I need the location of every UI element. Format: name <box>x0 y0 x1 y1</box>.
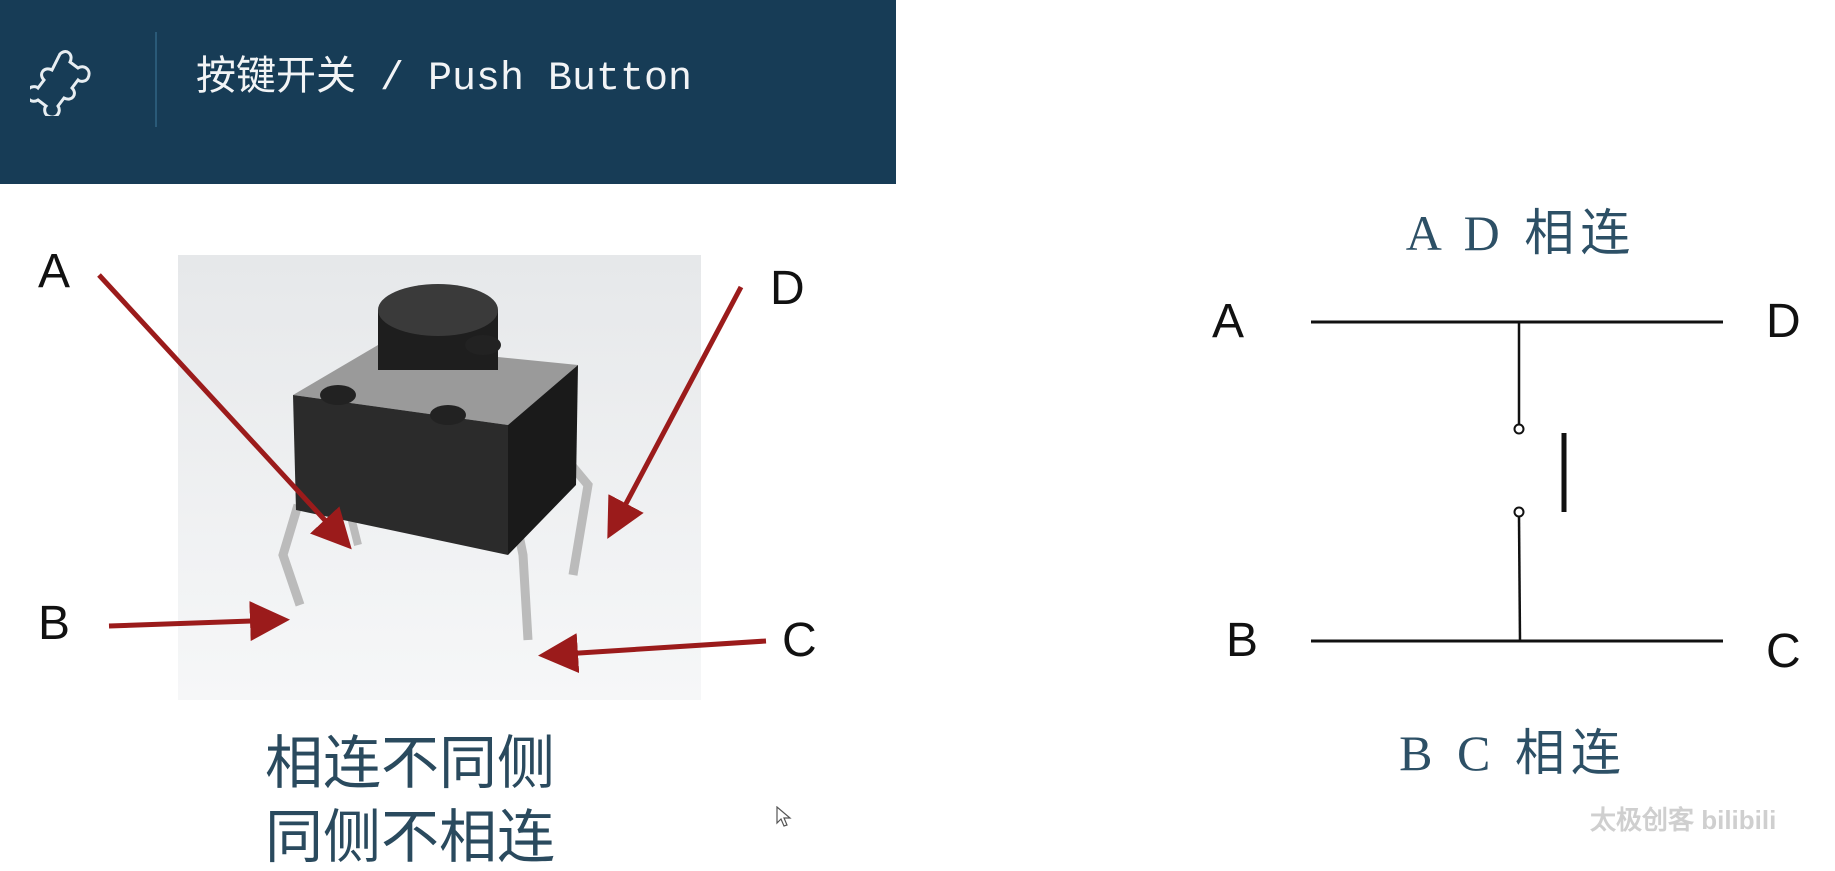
diagram-label-c: C <box>1766 625 1801 678</box>
caption-line-2: 同侧不相连 <box>264 803 555 871</box>
mouse-cursor-icon <box>776 806 792 827</box>
diagram-label-d: D <box>1766 295 1801 348</box>
arrow-c <box>538 633 767 674</box>
ad-connected-label: A D 相连 <box>1405 205 1637 261</box>
caption-line-1: 相连不同侧 <box>264 729 555 797</box>
arrow-d <box>607 285 744 539</box>
watermark: 太极创客 bilibili <box>1590 805 1777 835</box>
diagram-label-b: B <box>1226 614 1259 667</box>
switch-schematic <box>1311 320 1723 643</box>
arrow-b <box>108 601 290 642</box>
diagram-label-a: A <box>1212 295 1245 348</box>
arrow-a <box>97 273 352 550</box>
bc-connected-label: B C 相连 <box>1399 725 1627 781</box>
